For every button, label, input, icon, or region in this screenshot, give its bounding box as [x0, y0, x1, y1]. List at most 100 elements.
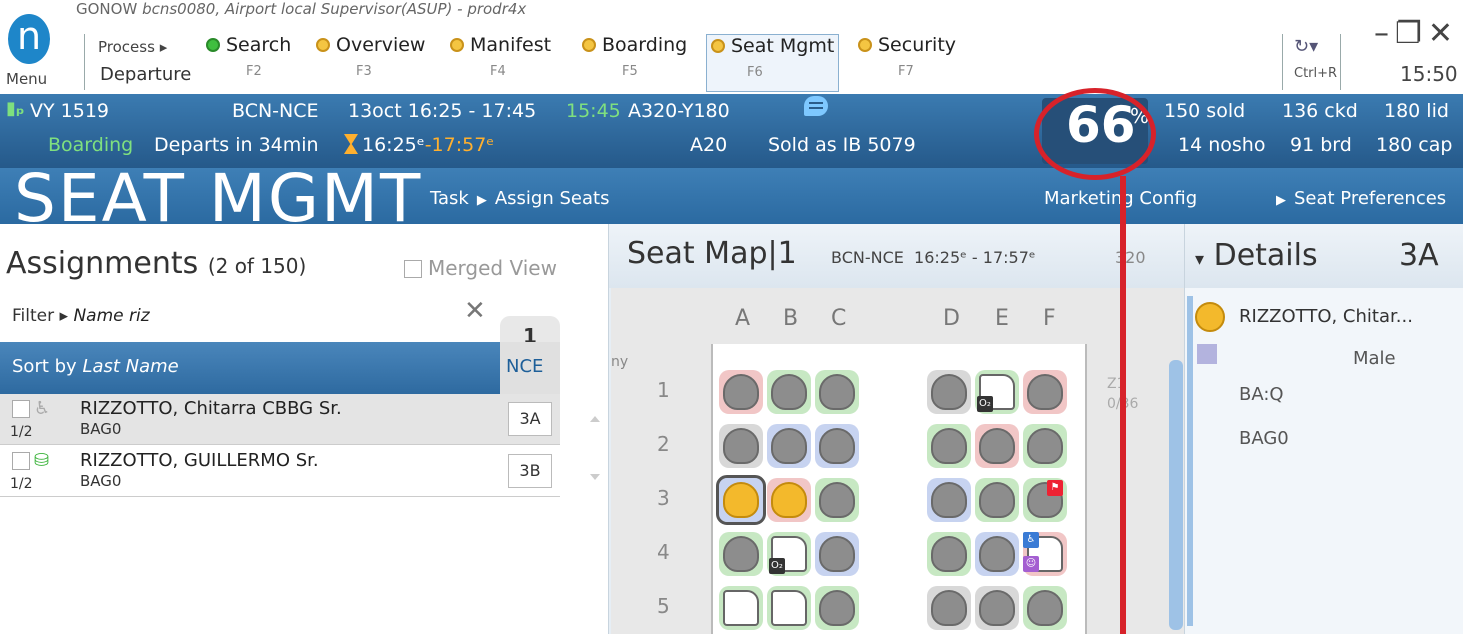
row-number: 3 [657, 486, 670, 510]
checkbox[interactable] [404, 260, 422, 278]
close-icon[interactable]: ✕ [1428, 16, 1459, 51]
maximize-icon[interactable]: ❐ [1395, 16, 1428, 51]
oxygen-badge: O₂ [769, 558, 785, 574]
seat-2c[interactable] [815, 424, 859, 468]
seat-icon [819, 536, 855, 572]
seat-icon [771, 374, 807, 410]
seat-map-panel: Seat Map|1 BCN-NCE 16:25ᵉ - 17:57ᵉ 320 A… [608, 224, 1185, 634]
column-letter: E [995, 306, 1009, 331]
seat-assignment-field[interactable]: 3A [508, 402, 552, 436]
seat-5e[interactable] [975, 586, 1019, 630]
sort-bar[interactable]: Sort by Last Name [0, 342, 500, 394]
seat-1d[interactable] [927, 370, 971, 414]
seat-4f[interactable]: ♿ ☺ [1023, 532, 1067, 576]
nav-search[interactable]: Search F2 [206, 34, 291, 90]
flight-number[interactable]: VY 1519 [30, 100, 109, 122]
nav-manifest[interactable]: Manifest F4 [450, 34, 551, 90]
seat-map-scrollbar[interactable] [1169, 360, 1183, 630]
seat-icon [979, 428, 1015, 464]
seat-5a[interactable] [719, 586, 763, 630]
seat-4b[interactable]: O₂ [767, 532, 811, 576]
seat-4e[interactable] [975, 532, 1019, 576]
seat-5b[interactable] [767, 586, 811, 630]
seat-2b[interactable] [767, 424, 811, 468]
app-name: GONOW [76, 0, 138, 18]
seat-5f[interactable] [1023, 586, 1067, 630]
seat-4a[interactable] [719, 532, 763, 576]
seat-3d[interactable] [927, 478, 971, 522]
seat-4d[interactable] [927, 532, 971, 576]
clear-filter-icon[interactable]: ✕ [464, 296, 486, 326]
nav-label: Boarding [602, 34, 688, 56]
occupied-seat-icon [723, 482, 759, 518]
row-checkbox[interactable] [12, 452, 30, 470]
breadcrumb-task[interactable]: Task [430, 188, 469, 209]
chevron-right-icon: ▶ [476, 193, 487, 208]
seat-3f[interactable]: ⚑ [1023, 478, 1067, 522]
nav-overview[interactable]: Overview F3 [316, 34, 425, 90]
seat-preferences-link[interactable]: ▶ Seat Preferences [1268, 188, 1446, 209]
scroll-down-icon[interactable] [590, 474, 600, 480]
fkey-label: F7 [898, 64, 914, 79]
filter-label: Filter [12, 306, 55, 326]
scroll-up-icon[interactable] [590, 416, 600, 422]
seat-3a[interactable] [716, 475, 766, 525]
seat-assignment-field[interactable]: 3B [508, 454, 552, 488]
app-logo-icon[interactable]: n [8, 14, 50, 64]
process-label: Process [98, 38, 155, 56]
seat-1e[interactable]: O₂ [975, 370, 1019, 414]
seat-5c[interactable] [815, 586, 859, 630]
seat-2e[interactable] [975, 424, 1019, 468]
priority-icon: ▮ₚ [6, 98, 25, 119]
seat-1a[interactable] [719, 370, 763, 414]
nav-seat-mgmt[interactable]: Seat Mgmt F6 [706, 34, 840, 92]
seat-3e[interactable] [975, 478, 1019, 522]
seat-1c[interactable] [815, 370, 859, 414]
seat-icon [931, 428, 967, 464]
table-row[interactable]: ⛁ 1/2 RIZZOTTO, GUILLERMO Sr. BAG0 3B [0, 446, 560, 496]
seat-4c[interactable] [815, 532, 859, 576]
sold-as: Sold as IB 5079 [768, 134, 916, 156]
nav-security[interactable]: Security F7 [858, 34, 956, 90]
minimize-icon[interactable]: – [1374, 16, 1395, 51]
process-menu[interactable]: Process ▸ [98, 38, 167, 56]
seat-3c[interactable] [815, 478, 859, 522]
filter[interactable]: Filter ▸ Name riz [12, 306, 150, 326]
sort-label: Sort by [12, 356, 77, 377]
seat-2a[interactable] [719, 424, 763, 468]
menu-label[interactable]: Menu [6, 70, 47, 88]
fkey-label: F2 [246, 64, 262, 79]
nav-boarding[interactable]: Boarding F5 [582, 34, 687, 90]
nav-label: Search [226, 34, 292, 56]
seat-3b[interactable] [767, 478, 811, 522]
refresh-icon[interactable]: ↻▾ [1294, 36, 1318, 57]
seat-2d[interactable] [927, 424, 971, 468]
row-checkbox[interactable] [12, 400, 30, 418]
merged-view-checkbox[interactable]: Merged View [404, 256, 557, 280]
column-letter: D [943, 306, 960, 331]
passenger-name: RIZZOTTO, Chitarra CBBG Sr. [80, 398, 342, 419]
seat-icon [931, 590, 967, 626]
hourglass-icon [344, 134, 358, 154]
breadcrumb-assign-seats[interactable]: Assign Seats [495, 188, 610, 209]
noshow-count: 14 nosho [1178, 134, 1266, 156]
departure-label[interactable]: Departure [100, 64, 191, 85]
chevron-right-icon: ▶ [1276, 193, 1286, 208]
details-scrollbar[interactable] [1187, 296, 1193, 626]
seat-5d[interactable] [927, 586, 971, 630]
seat-icon [1027, 374, 1063, 410]
passenger-face-icon [1195, 302, 1225, 332]
divider [1340, 34, 1341, 90]
chat-icon[interactable] [804, 96, 828, 116]
seat-icon [819, 590, 855, 626]
annotation-line [1120, 176, 1126, 634]
details-header[interactable]: ▾ Details 3A [1185, 224, 1463, 288]
seat-1f[interactable] [1023, 370, 1067, 414]
table-row[interactable]: ♿ 1/2 RIZZOTTO, Chitarra CBBG Sr. BAG0 3… [0, 394, 560, 444]
fkey-label: F6 [747, 65, 763, 80]
row-number: 2 [657, 432, 670, 456]
seat-2f[interactable] [1023, 424, 1067, 468]
seat-icon [931, 536, 967, 572]
seat-1b[interactable] [767, 370, 811, 414]
sold-count: 150 sold [1164, 100, 1246, 122]
